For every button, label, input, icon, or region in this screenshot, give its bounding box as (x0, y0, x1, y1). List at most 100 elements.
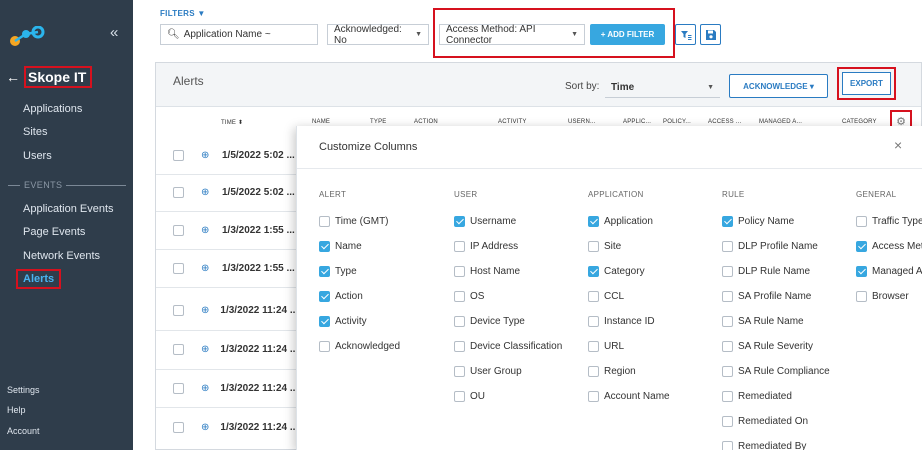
column-option[interactable]: Traffic Type (856, 216, 922, 227)
column-option-checkbox[interactable] (856, 241, 867, 252)
column-option[interactable]: SA Rule Severity (722, 341, 813, 352)
column-option-checkbox[interactable] (588, 391, 599, 402)
sidebar-item-application-events[interactable]: Application Events (23, 203, 114, 215)
table-row[interactable]: ⊕ 1/3/2022 11:24 ... (156, 376, 298, 401)
row-checkbox[interactable] (173, 383, 184, 394)
column-option[interactable]: URL (588, 341, 624, 352)
column-option-checkbox[interactable] (588, 266, 599, 277)
column-option[interactable]: Time (GMT) (319, 216, 389, 227)
column-option-checkbox[interactable] (722, 416, 733, 427)
column-option-checkbox[interactable] (722, 241, 733, 252)
column-option-checkbox[interactable] (722, 316, 733, 327)
column-option-checkbox[interactable] (454, 266, 465, 277)
sort-by-select[interactable]: Time ▼ (605, 77, 720, 98)
column-option-checkbox[interactable] (722, 341, 733, 352)
column-option-checkbox[interactable] (588, 341, 599, 352)
column-option[interactable]: DLP Profile Name (722, 241, 818, 252)
column-option-checkbox[interactable] (856, 291, 867, 302)
zoom-icon[interactable]: ⊕ (201, 225, 211, 236)
column-option[interactable]: Access Method (856, 241, 922, 252)
column-option[interactable]: SA Rule Compliance (722, 366, 830, 377)
column-option-checkbox[interactable] (319, 241, 330, 252)
column-option-checkbox[interactable] (588, 241, 599, 252)
column-header-username[interactable]: USERN... (568, 119, 596, 125)
column-option[interactable]: Device Classification (454, 341, 562, 352)
column-header-access-method[interactable]: ACCESS ... (708, 119, 741, 125)
row-checkbox[interactable] (173, 305, 184, 316)
column-option[interactable]: Account Name (588, 391, 670, 402)
sidebar-settings[interactable]: Settings (7, 385, 40, 395)
sidebar-item-sites[interactable]: Sites (23, 126, 47, 138)
column-option-checkbox[interactable] (722, 391, 733, 402)
column-option-checkbox[interactable] (588, 291, 599, 302)
column-option[interactable]: Managed App (856, 266, 922, 277)
close-icon[interactable]: × (894, 137, 902, 153)
column-option-checkbox[interactable] (319, 266, 330, 277)
column-option-checkbox[interactable] (856, 266, 867, 277)
row-checkbox[interactable] (173, 344, 184, 355)
back-to-skope-it[interactable]: ← Skope IT (6, 66, 93, 88)
column-header-activity[interactable]: ACTIVITY (498, 119, 527, 125)
column-option[interactable]: Activity (319, 316, 367, 327)
column-option-checkbox[interactable] (454, 316, 465, 327)
table-row[interactable]: ⊕ 1/3/2022 11:24 ... (156, 298, 298, 323)
export-button[interactable]: EXPORT (842, 72, 891, 95)
column-option-checkbox[interactable] (454, 391, 465, 402)
access-method-filter[interactable]: Access Method: API Connector ▼ (439, 24, 585, 46)
column-header-name[interactable]: NAME (312, 119, 330, 125)
column-option[interactable]: Application (588, 216, 653, 227)
column-option-checkbox[interactable] (454, 366, 465, 377)
column-option[interactable]: OU (454, 391, 485, 402)
column-option[interactable]: SA Rule Name (722, 316, 804, 327)
sidebar-item-page-events[interactable]: Page Events (23, 226, 85, 238)
column-option[interactable]: Site (588, 241, 621, 252)
zoom-icon[interactable]: ⊕ (201, 150, 211, 161)
column-option[interactable]: IP Address (454, 241, 518, 252)
column-option-checkbox[interactable] (588, 216, 599, 227)
column-option[interactable]: Instance ID (588, 316, 655, 327)
column-header-policy[interactable]: POLICY... (663, 119, 691, 125)
column-option[interactable]: Remediated On (722, 416, 808, 427)
zoom-icon[interactable]: ⊕ (201, 187, 211, 198)
column-option[interactable]: Name (319, 241, 362, 252)
table-row[interactable]: ⊕ 1/5/2022 5:02 ... (156, 143, 296, 168)
column-option[interactable]: Host Name (454, 266, 520, 277)
sidebar-item-network-events[interactable]: Network Events (23, 250, 100, 262)
column-option-checkbox[interactable] (319, 216, 330, 227)
column-option-checkbox[interactable] (722, 441, 733, 450)
column-option-checkbox[interactable] (722, 266, 733, 277)
column-header-type[interactable]: TYPE (370, 119, 386, 125)
column-option-checkbox[interactable] (454, 241, 465, 252)
zoom-icon[interactable]: ⊕ (201, 263, 211, 274)
add-filter-button[interactable]: + ADD FILTER (590, 24, 665, 45)
column-option-checkbox[interactable] (319, 341, 330, 352)
row-checkbox[interactable] (173, 422, 184, 433)
sidebar-item-applications[interactable]: Applications (23, 103, 82, 115)
table-row[interactable]: ⊕ 1/3/2022 11:24 ... (156, 415, 298, 440)
column-option-checkbox[interactable] (722, 366, 733, 377)
column-option-checkbox[interactable] (588, 316, 599, 327)
column-option[interactable]: Remediated (722, 391, 792, 402)
column-option[interactable]: Policy Name (722, 216, 794, 227)
column-option-checkbox[interactable] (454, 341, 465, 352)
column-option[interactable]: Region (588, 366, 636, 377)
column-option-checkbox[interactable] (319, 316, 330, 327)
sidebar-account[interactable]: Account (7, 426, 40, 436)
zoom-icon[interactable]: ⊕ (201, 344, 209, 355)
column-header-time[interactable]: TIME ⬍ (221, 119, 243, 126)
column-option[interactable]: Device Type (454, 316, 525, 327)
application-name-filter[interactable]: 🔍︎ Application Name ~ (160, 24, 318, 45)
save-filter-button[interactable] (700, 24, 721, 45)
column-option-checkbox[interactable] (856, 216, 867, 227)
column-option[interactable]: Acknowledged (319, 341, 400, 352)
column-option[interactable]: Remediated By (722, 441, 806, 450)
acknowledged-filter[interactable]: Acknowledged: No ▼ (327, 24, 429, 46)
column-option-checkbox[interactable] (454, 216, 465, 227)
column-option-checkbox[interactable] (722, 216, 733, 227)
table-row[interactable]: ⊕ 1/3/2022 1:55 ... (156, 256, 296, 281)
column-option[interactable]: Category (588, 266, 645, 277)
column-header-managed-app[interactable]: MANAGED A... (759, 119, 802, 125)
column-option[interactable]: DLP Rule Name (722, 266, 810, 277)
column-header-category[interactable]: CATEGORY (842, 119, 877, 125)
zoom-icon[interactable]: ⊕ (201, 422, 209, 433)
